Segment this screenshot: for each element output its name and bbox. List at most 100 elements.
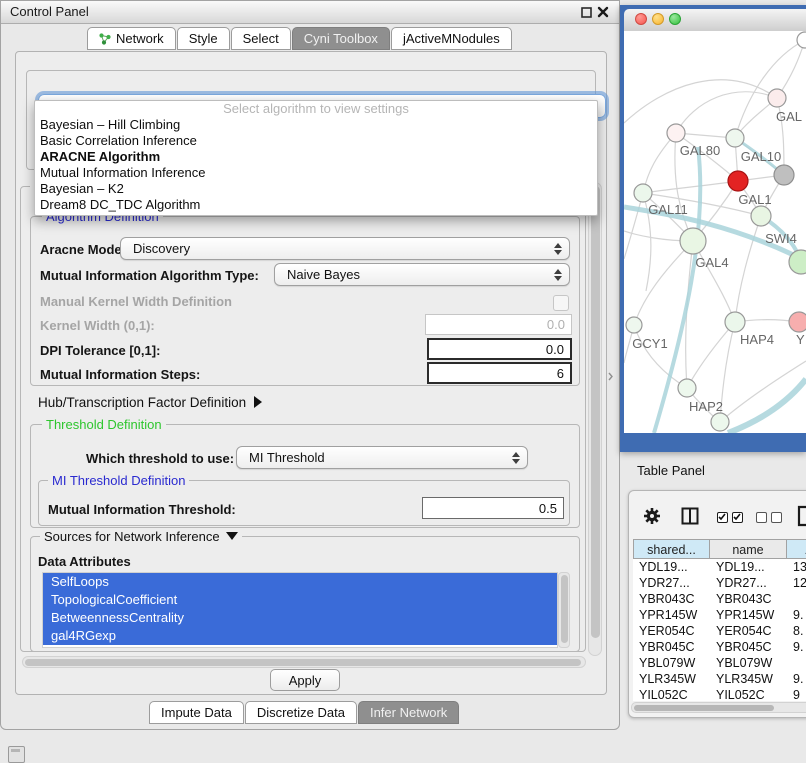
sources-legend[interactable]: Sources for Network Inference bbox=[40, 529, 242, 544]
control-panel-titlebar[interactable]: Control Panel bbox=[1, 1, 619, 24]
table-row[interactable]: YBL079WYBL079W bbox=[633, 655, 806, 671]
unchecked-pair-icon[interactable] bbox=[756, 511, 786, 526]
attribute-list-scrollbar-thumb[interactable] bbox=[561, 575, 568, 643]
mac-zoom-icon[interactable] bbox=[669, 13, 681, 25]
which-threshold-label: Which threshold to use: bbox=[86, 451, 234, 466]
network-window-titlebar[interactable] bbox=[624, 9, 806, 32]
tab-jactivemnodules[interactable]: jActiveMNodules bbox=[391, 27, 512, 50]
docked-panel-icon[interactable] bbox=[8, 746, 25, 763]
settings-horizontal-scrollbar[interactable] bbox=[22, 656, 586, 668]
algorithm-dropdown-hint: Select algorithm to view settings bbox=[35, 101, 597, 117]
document-icon[interactable] bbox=[797, 505, 806, 530]
attribute-item-betweennesscentrality[interactable]: BetweennessCentrality bbox=[43, 609, 557, 627]
tab-style[interactable]: Style bbox=[177, 27, 230, 50]
checked-pair-icon[interactable] bbox=[717, 511, 747, 526]
tab-discretize-data[interactable]: Discretize Data bbox=[245, 701, 357, 724]
control-panel-window: Control Panel NetworkStyleSelectCyni Too… bbox=[0, 0, 620, 730]
tab-select[interactable]: Select bbox=[231, 27, 291, 50]
apply-button[interactable]: Apply bbox=[270, 669, 340, 691]
network-edge[interactable] bbox=[624, 80, 777, 123]
node-HAP4[interactable] bbox=[725, 312, 745, 332]
aracne-mode-combo[interactable]: Discovery bbox=[120, 237, 570, 260]
node-GAL10[interactable] bbox=[726, 129, 744, 147]
kernel-width-field[interactable]: 0.0 bbox=[425, 314, 572, 335]
mi-threshold-value: 0.5 bbox=[539, 501, 557, 516]
algorithm-option-dream8-dc-tdc-algorithm[interactable]: Dream8 DC_TDC Algorithm bbox=[35, 197, 597, 213]
attribute-item-topologicalcoefficient[interactable]: TopologicalCoefficient bbox=[43, 591, 557, 609]
node-GAL1[interactable] bbox=[728, 171, 748, 191]
node-label-GCY1: GCY1 bbox=[632, 336, 667, 351]
column-header-shared-[interactable]: shared... bbox=[633, 539, 710, 559]
tab-impute-data[interactable]: Impute Data bbox=[149, 701, 244, 724]
close-icon[interactable] bbox=[597, 6, 609, 18]
mi-threshold-field[interactable]: 0.5 bbox=[422, 497, 564, 519]
kernel-width-value: 0.0 bbox=[547, 317, 565, 332]
node-HAP2[interactable] bbox=[678, 379, 696, 397]
algorithm-option-mutual-information-inference[interactable]: Mutual Information Inference bbox=[35, 165, 597, 181]
gear-icon[interactable] bbox=[643, 507, 661, 528]
table-cell: YBL079W bbox=[710, 655, 787, 671]
node-gray-node[interactable] bbox=[774, 165, 794, 185]
algorithm-option-bayesian-k2[interactable]: Bayesian – K2 bbox=[35, 181, 597, 197]
table-row[interactable]: YDR27...YDR27...12 bbox=[633, 575, 806, 591]
collapsed-arrow-icon bbox=[254, 396, 262, 408]
node-SWI4[interactable] bbox=[751, 206, 771, 226]
node-bottom-node[interactable] bbox=[711, 413, 729, 431]
manual-kernel-label: Manual Kernel Width Definition bbox=[40, 294, 232, 309]
column-header-a[interactable]: A bbox=[787, 539, 806, 559]
table-row[interactable]: YBR043CYBR043C bbox=[633, 591, 806, 607]
settings-vertical-scrollbar[interactable] bbox=[588, 182, 602, 656]
network-edge[interactable] bbox=[693, 241, 735, 322]
table-horizontal-scrollbar[interactable] bbox=[631, 702, 806, 713]
node-GAL80[interactable] bbox=[667, 124, 685, 142]
float-window-icon[interactable] bbox=[581, 6, 593, 18]
settings-horizontal-scrollbar-thumb[interactable] bbox=[25, 659, 581, 666]
mi-steps-field[interactable]: 6 bbox=[427, 362, 572, 384]
node-GAL4[interactable] bbox=[680, 228, 706, 254]
algorithm-option-aracne-algorithm[interactable]: ARACNE Algorithm bbox=[35, 149, 597, 165]
dpi-tolerance-value: 0.0 bbox=[546, 342, 564, 357]
node-pink-right[interactable] bbox=[789, 312, 806, 332]
algorithm-option-bayesian-hill-climbing[interactable]: Bayesian – Hill Climbing bbox=[35, 117, 597, 133]
attribute-item-selfloops[interactable]: SelfLoops bbox=[43, 573, 557, 591]
split-pane-handle[interactable] bbox=[608, 369, 613, 378]
node-top-arc[interactable] bbox=[797, 32, 806, 48]
node-gal-partial[interactable] bbox=[768, 89, 786, 107]
table-row[interactable]: YBR045CYBR045C9. bbox=[633, 639, 806, 655]
which-threshold-combo[interactable]: MI Threshold bbox=[236, 446, 528, 469]
table-cell: 9. bbox=[787, 671, 806, 687]
algorithm-option-basic-correlation-inference[interactable]: Basic Correlation Inference bbox=[35, 133, 597, 149]
table-horizontal-scrollbar-thumb[interactable] bbox=[634, 705, 774, 711]
attribute-item-gal4rgexp[interactable]: gal4RGexp bbox=[43, 627, 557, 645]
network-edge[interactable] bbox=[676, 92, 777, 133]
network-edge[interactable] bbox=[643, 181, 738, 193]
tab-infer-network[interactable]: Infer Network bbox=[358, 701, 459, 724]
network-edge[interactable] bbox=[624, 193, 643, 259]
attribute-list-scrollbar[interactable] bbox=[558, 572, 570, 648]
manual-kernel-checkbox[interactable] bbox=[553, 295, 569, 311]
dpi-tolerance-field[interactable]: 0.0 bbox=[427, 338, 572, 360]
table-row[interactable]: YER054CYER054C8. bbox=[633, 623, 806, 639]
table-row[interactable]: YLR345WYLR345W9. bbox=[633, 671, 806, 687]
tab-cyni-toolbox[interactable]: Cyni Toolbox bbox=[292, 27, 390, 50]
threshold-definition-legend: Threshold Definition bbox=[42, 417, 166, 432]
column-header-name[interactable]: name bbox=[710, 539, 787, 559]
tab-network[interactable]: Network bbox=[87, 27, 176, 50]
algorithm-dropdown-items: Bayesian – Hill ClimbingBasic Correlatio… bbox=[35, 117, 597, 213]
node-label-HAP2: HAP2 bbox=[689, 399, 723, 414]
network-edge[interactable] bbox=[643, 133, 676, 193]
column-view-icon[interactable] bbox=[681, 507, 699, 528]
node-GAL11[interactable] bbox=[634, 184, 652, 202]
mi-algorithm-type-combo[interactable]: Naive Bayes bbox=[274, 263, 570, 286]
mac-minimize-icon[interactable] bbox=[652, 13, 664, 25]
table-row[interactable]: YPR145WYPR145W9. bbox=[633, 607, 806, 623]
node-GCY1[interactable] bbox=[626, 317, 642, 333]
mac-close-icon[interactable] bbox=[635, 13, 647, 25]
table-row[interactable]: YDL19...YDL19...13 bbox=[633, 559, 806, 575]
hub-definition-toggle[interactable]: Hub/Transcription Factor Definition bbox=[38, 395, 262, 410]
network-canvas[interactable]: GALGAL80GAL10GAL1GAL11SWI4GAL4GCY1HAP4YH… bbox=[624, 31, 806, 433]
data-attributes-list[interactable]: SelfLoopsTopologicalCoefficientBetweenne… bbox=[42, 572, 558, 648]
node-label-pink-right: Y bbox=[796, 332, 805, 347]
settings-vertical-scrollbar-thumb[interactable] bbox=[591, 186, 600, 638]
table-row[interactable]: YIL052CYIL052C9 bbox=[633, 687, 806, 701]
